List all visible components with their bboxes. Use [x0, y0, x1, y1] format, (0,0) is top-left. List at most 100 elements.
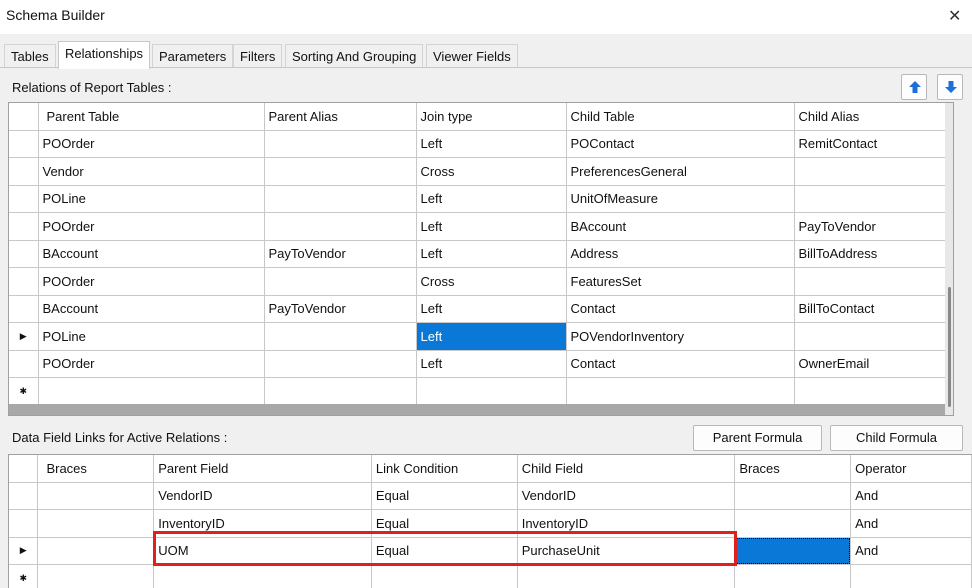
move-down-button[interactable] — [937, 74, 963, 100]
table-row[interactable]: BAccount PayToVendor Left Contact BillTo… — [9, 295, 947, 323]
cell-parent-table[interactable]: POOrder — [38, 212, 265, 241]
row-header[interactable] — [9, 185, 39, 213]
cell-child-alias[interactable]: OwnerEmail — [794, 350, 947, 378]
cell-braces-open[interactable] — [37, 564, 155, 588]
column-header-parent-table[interactable]: Parent Table — [38, 103, 265, 131]
cell-operator[interactable]: And — [850, 537, 972, 565]
cell-child-field[interactable] — [517, 564, 736, 588]
cell-operator[interactable]: And — [850, 509, 972, 538]
current-row-indicator-icon[interactable]: ▶ — [9, 537, 39, 565]
cell-braces-close[interactable] — [734, 482, 852, 510]
cell-parent-alias[interactable]: PayToVendor — [264, 240, 417, 268]
column-header-join-type[interactable]: Join type — [416, 103, 567, 131]
table-row[interactable]: POLine Left UnitOfMeasure — [9, 185, 947, 213]
cell-join-type[interactable]: Left — [416, 185, 567, 213]
row-header[interactable] — [9, 295, 39, 323]
child-formula-button[interactable]: Child Formula — [830, 425, 963, 451]
table-row[interactable]: POOrder Left BAccount PayToVendor — [9, 212, 947, 241]
cell-link-condition[interactable]: Equal — [371, 509, 518, 538]
column-header-parent-alias[interactable]: Parent Alias — [264, 103, 417, 131]
table-row[interactable]: POOrder Left Contact OwnerEmail — [9, 350, 947, 378]
table-row[interactable]: POOrder Left POContact RemitContact — [9, 130, 947, 158]
tab-filters[interactable]: Filters — [233, 44, 283, 68]
cell-child-alias[interactable]: BillToContact — [794, 295, 947, 323]
cell-parent-table[interactable]: BAccount — [38, 240, 265, 268]
vertical-scrollbar-thumb[interactable] — [948, 287, 951, 407]
column-header-operator[interactable]: Operator — [850, 455, 972, 483]
cell-braces-open[interactable] — [37, 537, 155, 565]
cell-link-condition[interactable] — [371, 564, 518, 588]
cell-child-alias[interactable] — [794, 185, 947, 213]
column-header-child-field[interactable]: Child Field — [517, 455, 736, 483]
cell-parent-field[interactable]: VendorID — [153, 482, 372, 510]
cell-child-alias[interactable] — [794, 267, 947, 296]
table-row[interactable]: Vendor Cross PreferencesGeneral — [9, 157, 947, 186]
row-header[interactable] — [9, 157, 39, 186]
cell-braces-open[interactable] — [37, 482, 155, 510]
table-row[interactable]: InventoryID Equal InventoryID And — [9, 509, 972, 538]
cell-child-table[interactable]: Address — [566, 240, 795, 268]
cell-parent-alias[interactable]: PayToVendor — [264, 295, 417, 323]
cell-parent-table[interactable]: POOrder — [38, 350, 265, 378]
cell-child-alias[interactable] — [794, 377, 947, 406]
horizontal-scrollbar[interactable] — [9, 404, 945, 415]
cell-join-type[interactable]: Left — [416, 350, 567, 378]
column-header-parent-field[interactable]: Parent Field — [153, 455, 372, 483]
table-row-current[interactable]: ▶ POLine Left POVendorInventory — [9, 322, 947, 351]
move-up-button[interactable] — [901, 74, 927, 100]
cell-child-alias[interactable] — [794, 157, 947, 186]
cell-parent-alias[interactable] — [264, 377, 417, 406]
new-row[interactable]: ✱ — [9, 377, 947, 406]
cell-child-alias[interactable] — [794, 322, 947, 351]
column-header-child-alias[interactable]: Child Alias — [794, 103, 947, 131]
cell-child-table[interactable]: POVendorInventory — [566, 322, 795, 351]
cell-join-type[interactable]: Left — [416, 212, 567, 241]
tab-parameters[interactable]: Parameters — [152, 44, 234, 68]
cell-child-alias[interactable]: BillToAddress — [794, 240, 947, 268]
cell-child-field[interactable]: PurchaseUnit — [517, 537, 736, 565]
row-header[interactable] — [9, 267, 39, 296]
cell-join-type[interactable]: Cross — [416, 267, 567, 296]
column-header-link-condition[interactable]: Link Condition — [371, 455, 518, 483]
cell-join-type[interactable]: Left — [416, 130, 567, 158]
cell-parent-alias[interactable] — [264, 212, 417, 241]
cell-child-alias[interactable]: PayToVendor — [794, 212, 947, 241]
cell-child-field[interactable]: InventoryID — [517, 509, 736, 538]
cell-parent-field[interactable]: UOM — [153, 537, 372, 565]
cell-operator[interactable]: And — [850, 482, 972, 510]
row-header[interactable] — [9, 509, 39, 538]
current-row-indicator-icon[interactable]: ▶ — [9, 322, 39, 351]
cell-join-type[interactable]: Left — [416, 295, 567, 323]
cell-child-table[interactable]: POContact — [566, 130, 795, 158]
cell-braces-open[interactable] — [37, 509, 155, 538]
new-row-indicator-icon[interactable]: ✱ — [9, 377, 39, 406]
cell-parent-alias[interactable] — [264, 130, 417, 158]
cell-link-condition[interactable]: Equal — [371, 537, 518, 565]
cell-parent-alias[interactable] — [264, 267, 417, 296]
vertical-scrollbar[interactable] — [945, 103, 953, 415]
cell-parent-alias[interactable] — [264, 350, 417, 378]
new-row[interactable]: ✱ — [9, 564, 972, 588]
cell-link-condition[interactable]: Equal — [371, 482, 518, 510]
cell-parent-table[interactable]: Vendor — [38, 157, 265, 186]
cell-child-table[interactable]: PreferencesGeneral — [566, 157, 795, 186]
row-header[interactable] — [9, 212, 39, 241]
cell-join-type[interactable] — [416, 377, 567, 406]
cell-child-table[interactable] — [566, 377, 795, 406]
column-header-braces-close[interactable]: Braces — [734, 455, 852, 483]
tab-relationships[interactable]: Relationships — [58, 41, 151, 69]
cell-operator[interactable] — [850, 564, 972, 588]
cell-join-type-selected[interactable]: Left — [416, 322, 567, 351]
row-header[interactable] — [9, 350, 39, 378]
cell-parent-alias[interactable] — [264, 322, 417, 351]
cell-child-field[interactable]: VendorID — [517, 482, 736, 510]
parent-formula-button[interactable]: Parent Formula — [693, 425, 822, 451]
column-header-child-table[interactable]: Child Table — [566, 103, 795, 131]
cell-child-table[interactable]: Contact — [566, 350, 795, 378]
cell-join-type[interactable]: Left — [416, 240, 567, 268]
table-row-current[interactable]: ▶ UOM Equal PurchaseUnit And — [9, 537, 972, 565]
cell-parent-table[interactable]: POLine — [38, 185, 265, 213]
cell-braces-close-selected[interactable] — [734, 537, 852, 565]
row-header[interactable] — [9, 482, 39, 510]
cell-join-type[interactable]: Cross — [416, 157, 567, 186]
